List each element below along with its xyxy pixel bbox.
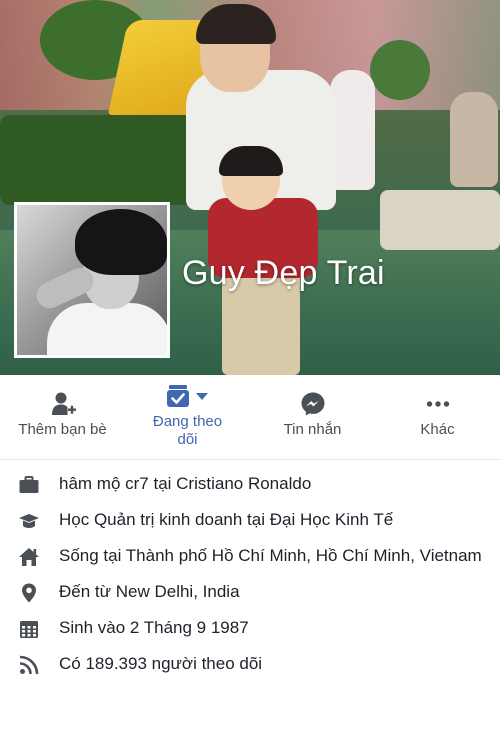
intro-info-list: hâm mộ cr7 tại Cristiano Ronaldo Học Quả… (0, 460, 500, 684)
messenger-icon (300, 391, 326, 417)
home-icon (19, 548, 39, 566)
info-work-text: hâm mộ cr7 tại Cristiano Ronaldo (59, 474, 312, 493)
info-birthday-text: Sinh vào 2 Tháng 9 1987 (59, 618, 249, 637)
cover-photo[interactable]: Guy Đẹp Trai (0, 0, 500, 375)
following-label: Đang theo dõi (152, 413, 223, 448)
following-button[interactable]: Đang theo dõi (125, 375, 250, 459)
calendar-icon (20, 621, 38, 638)
cover-person (219, 146, 283, 176)
info-birthday: Sinh vào 2 Tháng 9 1987 (0, 612, 500, 648)
info-education-text: Học Quản trị kinh doanh tại Đại Học Kinh… (59, 510, 394, 529)
profile-picture[interactable] (14, 202, 170, 358)
more-icon (425, 391, 451, 417)
more-label: Khác (420, 421, 455, 438)
following-icon (165, 383, 211, 409)
add-friend-button[interactable]: Thêm bạn bè (0, 375, 125, 459)
add-friend-label: Thêm bạn bè (18, 421, 107, 438)
info-followers[interactable]: Có 189.393 người theo dõi (0, 648, 500, 684)
more-button[interactable]: Khác (375, 375, 500, 459)
profile-picture-figure (75, 209, 167, 275)
profile-name: Guy Đẹp Trai (182, 254, 385, 292)
info-from: Đến từ New Delhi, India (0, 576, 500, 612)
graduation-cap-icon (19, 514, 39, 528)
cover-person (450, 92, 498, 187)
location-pin-icon (22, 583, 36, 603)
info-from-text: Đến từ New Delhi, India (59, 582, 240, 601)
message-button[interactable]: Tin nhắn (250, 375, 375, 459)
cover-person (330, 70, 375, 190)
add-friend-icon (49, 391, 77, 417)
info-lives-in-text: Sống tại Thành phố Hồ Chí Minh, Hồ Chí M… (59, 546, 482, 565)
cover-hedge (0, 115, 215, 205)
cover-bench (380, 190, 500, 250)
rss-feed-icon (19, 655, 39, 675)
info-work: hâm mộ cr7 tại Cristiano Ronaldo (0, 468, 500, 504)
cover-tree (370, 40, 430, 100)
info-lives-in: Sống tại Thành phố Hồ Chí Minh, Hồ Chí M… (0, 540, 500, 576)
message-label: Tin nhắn (283, 421, 342, 438)
profile-action-bar: Thêm bạn bè Đang theo dõi Tin nhắn Khác (0, 375, 500, 460)
profile-picture-figure (47, 303, 167, 355)
info-followers-text: Có 189.393 người theo dõi (59, 654, 263, 673)
briefcase-icon (19, 476, 39, 493)
info-education: Học Quản trị kinh doanh tại Đại Học Kinh… (0, 504, 500, 540)
